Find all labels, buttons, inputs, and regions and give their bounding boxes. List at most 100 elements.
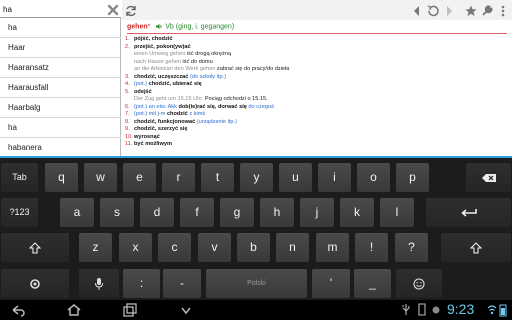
settings-key[interactable] bbox=[1, 269, 69, 298]
key-x[interactable]: x bbox=[119, 233, 152, 262]
list-item[interactable]: ha bbox=[0, 18, 121, 38]
key-i[interactable]: i bbox=[318, 163, 351, 192]
history-button[interactable] bbox=[426, 3, 440, 17]
entry-pane: gehen* Vb (ging, i. gegangen) 1. pójść, c… bbox=[122, 0, 512, 156]
back-button[interactable] bbox=[410, 3, 424, 17]
key-b[interactable]: b bbox=[237, 233, 270, 262]
apostrophe-key[interactable]: ' bbox=[312, 269, 350, 298]
shift-key[interactable] bbox=[441, 233, 511, 262]
speaker-icon[interactable] bbox=[155, 23, 163, 30]
entry-sense: 1. pójść, chodzić bbox=[125, 36, 509, 44]
translation: chodzić, ubierać się bbox=[147, 81, 202, 87]
toolbar bbox=[122, 0, 512, 20]
word-list: ha Haar Haaransatz Haarausfall Haarbalg … bbox=[0, 18, 121, 156]
history-icon bbox=[427, 5, 439, 17]
recent-apps-icon[interactable] bbox=[122, 303, 138, 317]
usb-icon bbox=[402, 304, 410, 315]
list-item[interactable]: habanera bbox=[0, 138, 121, 156]
key-t[interactable]: t bbox=[201, 163, 234, 192]
usage-note[interactable]: (do szkoły itp.) bbox=[188, 74, 226, 80]
hyphen-key[interactable]: - bbox=[163, 269, 201, 298]
translation: pójść, chodzić bbox=[134, 36, 173, 42]
list-item[interactable]: ha bbox=[0, 118, 121, 138]
colon-key[interactable]: : bbox=[123, 269, 160, 298]
sync-icon bbox=[126, 5, 136, 17]
back-nav-icon[interactable] bbox=[10, 303, 26, 317]
usage-note[interactable]: (pot.) bbox=[134, 81, 147, 87]
underscore-key[interactable]: _ bbox=[354, 269, 391, 298]
shift-key[interactable] bbox=[1, 233, 69, 262]
key-y[interactable]: y bbox=[240, 163, 273, 192]
entry-sense: nach Hause gehen iść do domu bbox=[125, 59, 509, 67]
key-k[interactable]: k bbox=[340, 198, 374, 227]
list-item[interactable]: Haar bbox=[0, 38, 121, 58]
entry-sense: 11. być możliwym bbox=[125, 141, 509, 149]
key-z[interactable]: z bbox=[79, 233, 112, 262]
microphone-key[interactable] bbox=[79, 269, 119, 298]
key-g[interactable]: g bbox=[220, 198, 254, 227]
backspace-key[interactable] bbox=[466, 163, 511, 192]
entry-header: gehen* Vb (ging, i. gegangen) bbox=[127, 23, 507, 34]
entry-sense: einen Umweg gehen iść drogą okrężną bbox=[125, 51, 509, 59]
usage-note[interactable]: (urządzenie itp.) bbox=[195, 119, 237, 125]
list-item[interactable]: Haarausfall bbox=[0, 78, 121, 98]
home-nav-icon[interactable] bbox=[66, 303, 82, 317]
list-item[interactable]: Haaransatz bbox=[0, 58, 121, 78]
exclamation-key[interactable]: ! bbox=[355, 233, 388, 262]
list-item[interactable]: Haarbalg bbox=[0, 98, 121, 118]
search-input[interactable] bbox=[3, 2, 103, 16]
clock: 9:23 bbox=[447, 301, 475, 317]
key-e[interactable]: e bbox=[123, 163, 156, 192]
sense-number: 7. bbox=[125, 111, 130, 117]
key-h[interactable]: h bbox=[260, 198, 294, 227]
usage-note[interactable]: (pot.) an etw. Akk bbox=[134, 104, 177, 110]
usage-note[interactable]: z kimś bbox=[188, 111, 205, 117]
space-key[interactable]: Polski bbox=[206, 269, 307, 298]
key-d[interactable]: d bbox=[140, 198, 174, 227]
key-j[interactable]: j bbox=[300, 198, 334, 227]
key-n[interactable]: n bbox=[276, 233, 309, 262]
forward-button[interactable] bbox=[442, 3, 456, 17]
usage-note[interactable]: do czegoś bbox=[247, 104, 274, 110]
example-text: nach Hause gehen bbox=[134, 58, 181, 65]
key-c[interactable]: c bbox=[158, 233, 191, 262]
key-u[interactable]: u bbox=[279, 163, 312, 192]
key-f[interactable]: f bbox=[180, 198, 214, 227]
emoji-key[interactable] bbox=[396, 269, 442, 298]
sense-number: 2. bbox=[125, 43, 130, 50]
word-list-pane: ha Haar Haaransatz Haarausfall Haarbalg … bbox=[0, 0, 121, 156]
question-key[interactable]: ? bbox=[395, 233, 428, 262]
clear-search-button[interactable] bbox=[106, 2, 120, 16]
key-m[interactable]: m bbox=[316, 233, 349, 262]
key-q[interactable]: q bbox=[45, 163, 78, 192]
tab-key[interactable]: Tab bbox=[1, 163, 38, 192]
sd-card-icon bbox=[418, 303, 426, 316]
key-p[interactable]: p bbox=[396, 163, 429, 192]
sense-number: 4. bbox=[125, 81, 130, 87]
key-r[interactable]: r bbox=[162, 163, 195, 192]
forward-icon bbox=[447, 6, 452, 16]
entry-sense: 8. chodzić, funkcjonować (urządzenie itp.… bbox=[125, 119, 509, 127]
system-bar: 9:23 bbox=[0, 300, 512, 320]
key-w[interactable]: w bbox=[84, 163, 117, 192]
settings-button[interactable] bbox=[480, 3, 494, 17]
symbols-key[interactable]: ?123 bbox=[1, 198, 38, 227]
example-translation: zabrać się do pracy/do dzieła bbox=[215, 66, 290, 72]
keyboard-hide-icon[interactable] bbox=[178, 303, 194, 317]
key-s[interactable]: s bbox=[100, 198, 134, 227]
key-o[interactable]: o bbox=[357, 163, 390, 192]
key-a[interactable]: a bbox=[60, 198, 94, 227]
translation: chodzić, funkcjonować bbox=[134, 118, 196, 125]
headword: gehen bbox=[127, 23, 148, 31]
usage-note[interactable]: (pot.) mit j-m bbox=[134, 111, 165, 117]
key-v[interactable]: v bbox=[198, 233, 231, 262]
enter-key[interactable] bbox=[426, 198, 511, 227]
entry-sense: 4. (pot.) chodzić, ubierać się bbox=[125, 81, 509, 89]
grammar-info: Vb (ging, i. gegangen) bbox=[165, 23, 235, 31]
headword-marker: * bbox=[147, 23, 151, 31]
overflow-menu-button[interactable] bbox=[496, 3, 510, 17]
back-icon bbox=[414, 6, 419, 16]
key-l[interactable]: l bbox=[380, 198, 414, 227]
bookmark-button[interactable] bbox=[464, 3, 478, 17]
sync-button[interactable] bbox=[124, 3, 138, 17]
